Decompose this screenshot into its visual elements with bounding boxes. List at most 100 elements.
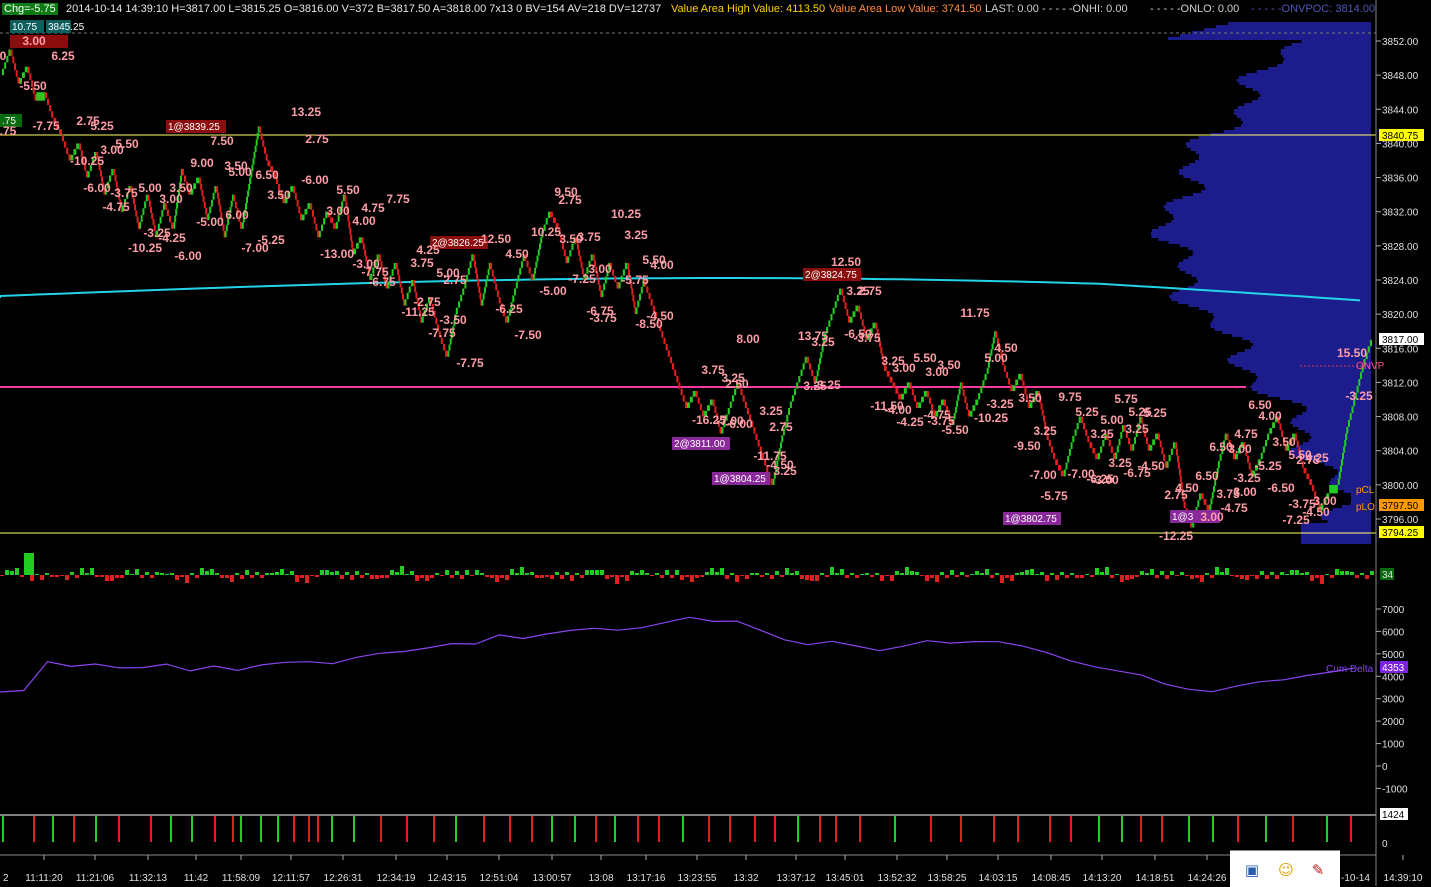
delta-bar-up — [205, 571, 209, 575]
delta-bar-up — [1220, 572, 1224, 575]
down-brick — [526, 260, 529, 268]
profile-row — [1327, 520, 1371, 523]
delta-bar-up — [210, 569, 214, 575]
swing-label: -7.75 — [428, 326, 456, 340]
swing-label: -5.75 — [621, 273, 649, 287]
signal-tick-up — [455, 816, 457, 842]
delta-bar-up — [130, 574, 134, 575]
swing-label: 3.50 — [937, 358, 961, 372]
up-brick — [481, 299, 484, 306]
delta-bar-down — [620, 575, 624, 577]
delta-bar-up — [795, 571, 799, 575]
down-brick — [262, 140, 265, 147]
swing-label: -3.25 — [986, 397, 1014, 411]
profile-row — [1180, 34, 1371, 37]
down-brick — [1095, 453, 1098, 460]
profile-row — [1179, 244, 1371, 247]
profile-row — [1179, 268, 1371, 271]
delta-bar-down — [580, 575, 584, 578]
profile-row — [1301, 535, 1371, 538]
swing-label: -7.25 — [568, 272, 596, 286]
up-brick — [534, 267, 537, 274]
up-brick — [849, 317, 853, 323]
swing-label: -3.25 — [1345, 389, 1373, 403]
time-tick-label: 13:23:55 — [678, 873, 717, 884]
delta-bar-down — [490, 575, 494, 578]
profile-row — [1304, 430, 1371, 433]
delta-bar-down — [1250, 575, 1254, 576]
down-brick — [474, 260, 476, 268]
delta-bar-up — [200, 568, 204, 575]
delta-value-label: 34 — [1382, 570, 1394, 581]
down-brick — [312, 210, 314, 217]
down-brick — [169, 216, 172, 223]
delta-bar-down — [295, 575, 299, 582]
down-brick — [943, 399, 946, 406]
up-brick — [460, 294, 463, 302]
up-brick — [923, 391, 927, 397]
down-brick — [34, 93, 37, 101]
down-brick — [757, 440, 760, 447]
down-brick — [911, 388, 914, 396]
delta-bar-down — [240, 575, 244, 579]
down-brick — [663, 337, 666, 344]
up-brick — [794, 388, 797, 396]
profile-row — [1192, 250, 1371, 253]
down-brick — [313, 216, 316, 224]
swing-label: 3.25 — [624, 228, 648, 242]
up-brick — [1166, 461, 1169, 468]
pen-icon[interactable]: ✎ — [1308, 860, 1328, 880]
profile-row — [1301, 523, 1371, 526]
up-brick — [1100, 446, 1103, 453]
up-brick — [532, 273, 535, 280]
signal-tick-down — [835, 816, 837, 842]
delta-bar-down — [945, 575, 949, 578]
up-brick — [358, 237, 362, 243]
window-icon[interactable]: ▣ — [1242, 860, 1262, 880]
down-brick — [1083, 423, 1086, 430]
signal-tick-down — [1017, 816, 1019, 842]
chart-canvas[interactable]: 10.75 3845.25 .75 1@3839.25 2@3826.25 2@3824.… — [0, 0, 1431, 886]
down-brick — [676, 376, 679, 383]
time-axis[interactable]: 11:11:20 11:21:06 11:32:13 11:42 11:58:09 12:… — [0, 854, 1423, 884]
delta-bar-down — [110, 575, 114, 581]
signal-tick-down — [1070, 816, 1072, 842]
delta-bar-up — [910, 571, 914, 575]
down-brick — [633, 301, 636, 308]
delta-bar-up — [1105, 567, 1109, 575]
delta-bar-up — [840, 569, 844, 575]
time-tick-label: 13:58:25 — [928, 873, 967, 884]
delta-bar-down — [625, 575, 629, 581]
down-brick — [811, 369, 814, 376]
down-brick — [198, 177, 201, 184]
smiley-icon[interactable]: ☺ — [1276, 860, 1296, 880]
down-brick — [742, 395, 745, 402]
delta-bar-up — [1040, 572, 1044, 575]
up-brick — [507, 315, 510, 323]
down-brick — [1060, 470, 1064, 477]
up-brick — [140, 215, 143, 222]
up-brick — [76, 143, 80, 150]
cum-tick-label: 2000 — [1382, 717, 1405, 728]
up-brick — [483, 287, 486, 294]
delta-bar-down — [570, 575, 574, 581]
delta-bar-up — [445, 570, 449, 575]
delta-bar-up — [830, 567, 834, 575]
delta-bar-down — [695, 575, 699, 578]
delta-bar-up — [35, 574, 39, 575]
down-brick — [491, 269, 494, 277]
profile-row — [1245, 85, 1371, 88]
profile-row — [1198, 136, 1371, 139]
up-brick — [781, 435, 784, 443]
delta-bar-down — [1315, 575, 1319, 578]
delta-bar-up — [895, 571, 899, 575]
down-brick — [151, 212, 154, 219]
swing-label: 5.25 — [90, 119, 114, 133]
swing-label: -6.50 — [1267, 481, 1295, 495]
swing-label: -7.75 — [32, 119, 60, 133]
down-brick — [886, 371, 890, 377]
profile-row — [1301, 526, 1371, 529]
swing-label: 5.25 — [1143, 406, 1167, 420]
delta-bar-up — [515, 573, 519, 575]
swing-label: 5.00 — [1100, 413, 1124, 427]
